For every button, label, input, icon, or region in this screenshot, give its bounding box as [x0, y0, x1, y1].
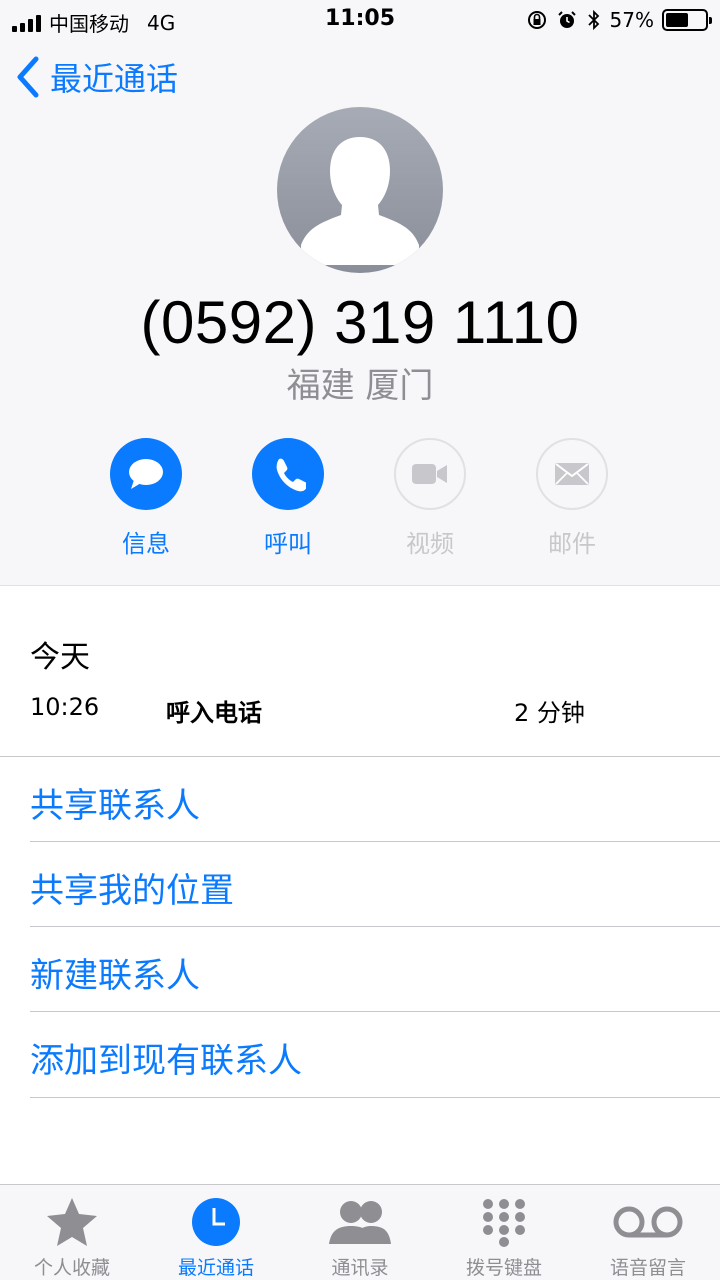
battery-percent: 57%	[609, 8, 654, 32]
share-location-option[interactable]: 共享我的位置	[30, 863, 234, 912]
tab-keypad-label: 拨号键盘	[465, 1257, 542, 1279]
mail-label: 邮件	[548, 530, 596, 558]
tab-favorites-label: 个人收藏	[33, 1257, 110, 1279]
keypad-icon	[483, 1199, 525, 1247]
clock-icon	[192, 1198, 240, 1246]
mail-icon	[555, 463, 589, 485]
video-icon	[412, 464, 447, 484]
add-to-existing-contact-option[interactable]: 添加到现有联系人	[30, 1033, 302, 1082]
tab-contacts-label: 通讯录	[331, 1257, 389, 1279]
divider	[30, 1097, 720, 1098]
rotation-lock-icon	[527, 11, 546, 29]
new-contact-option[interactable]: 新建联系人	[30, 948, 200, 997]
battery-fill	[666, 13, 688, 27]
tab-voicemail[interactable]: 语音留言	[576, 1195, 720, 1280]
contact-header: 最近通话 (0592) 319 1110 福建 厦门 信息 呼叫 视频 邮件	[0, 40, 720, 586]
status-bar: 中国移动 4G 11:05 57%	[0, 0, 720, 40]
phone-icon	[276, 458, 306, 492]
avatar	[277, 107, 443, 273]
call-time: 10:26	[30, 693, 100, 721]
call-duration: 2 分钟	[514, 699, 585, 727]
message-button[interactable]	[110, 438, 182, 510]
voicemail-icon	[613, 1206, 683, 1238]
divider	[0, 756, 720, 757]
divider	[30, 841, 720, 842]
contacts-icon	[329, 1201, 391, 1244]
status-right: 57%	[526, 8, 712, 32]
call-button[interactable]	[252, 438, 324, 510]
video-action[interactable]: 视频	[370, 438, 490, 559]
tab-favorites[interactable]: 个人收藏	[0, 1195, 144, 1280]
call-action[interactable]: 呼叫	[228, 438, 348, 559]
alarm-icon	[557, 11, 576, 28]
person-silhouette-icon	[301, 137, 419, 265]
star-icon	[47, 1198, 97, 1246]
tab-keypad[interactable]: 拨号键盘	[432, 1195, 576, 1280]
call-type: 呼入电话	[166, 699, 262, 727]
tab-contacts[interactable]: 通讯录	[288, 1195, 432, 1280]
message-action[interactable]: 信息	[86, 438, 206, 559]
video-label: 视频	[406, 530, 454, 558]
share-contact-option[interactable]: 共享联系人	[30, 778, 200, 827]
divider	[30, 1011, 720, 1012]
message-icon	[129, 459, 163, 489]
mail-button[interactable]	[536, 438, 608, 510]
video-button[interactable]	[394, 438, 466, 510]
divider	[30, 926, 720, 927]
back-button[interactable]: 最近通话	[14, 54, 178, 100]
tab-recents-label: 最近通话	[177, 1257, 254, 1279]
phone-number: (0592) 319 1110	[140, 289, 580, 356]
tab-bar: 个人收藏 最近通话 通讯录 拨号键盘 语音留言	[0, 1184, 720, 1280]
bluetooth-icon	[587, 9, 599, 31]
battery-icon	[662, 9, 712, 31]
message-label: 信息	[122, 530, 170, 558]
history-date: 今天	[30, 640, 90, 675]
tab-recents[interactable]: 最近通话	[144, 1195, 288, 1280]
location-label: 福建 厦门	[286, 366, 434, 406]
chevron-left-icon	[17, 56, 39, 98]
tab-voicemail-label: 语音留言	[609, 1257, 686, 1279]
call-label: 呼叫	[264, 530, 312, 558]
mail-action[interactable]: 邮件	[512, 438, 632, 559]
back-label: 最近通话	[50, 60, 179, 98]
